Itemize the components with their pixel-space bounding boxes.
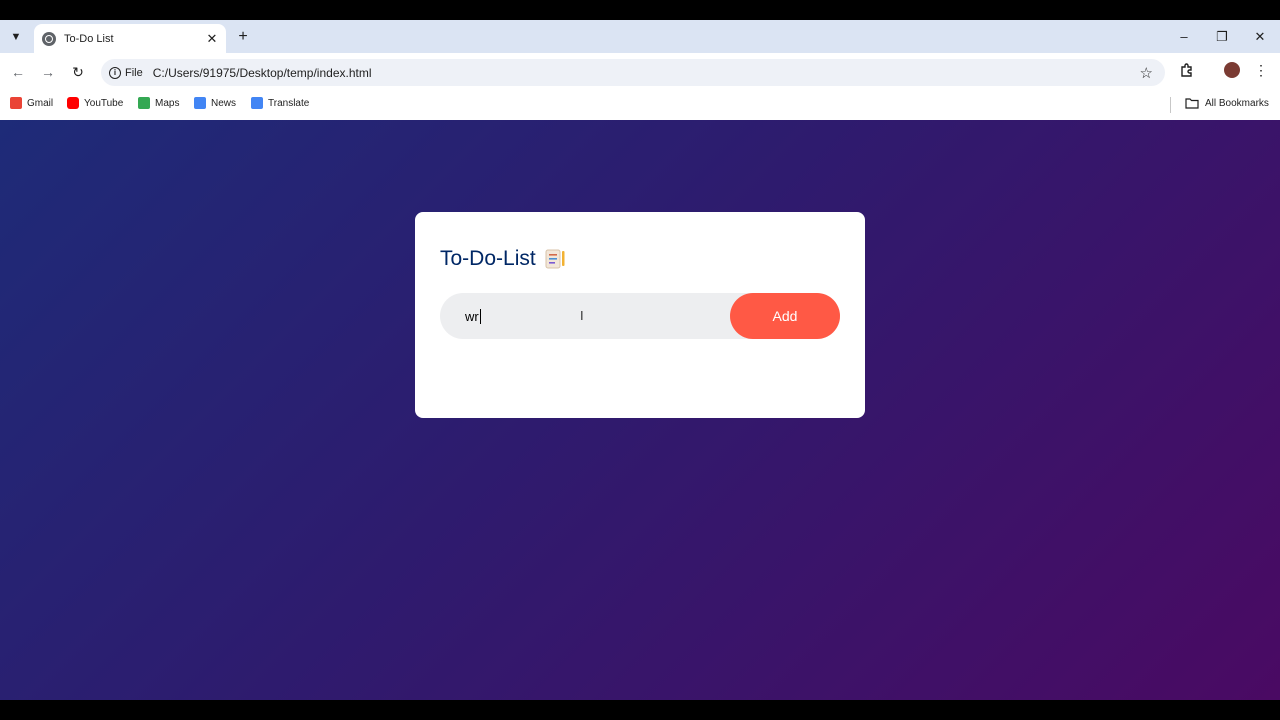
bookmark-label: Gmail <box>27 97 54 109</box>
browser-chrome: ▼ To-Do List ✕ + – ❐ ✕ ← → ↻ i File C:/U… <box>0 20 1280 120</box>
back-icon[interactable]: ← <box>9 63 27 81</box>
extensions-icon[interactable] <box>1179 62 1195 78</box>
address-bar[interactable]: i File C:/Users/91975/Desktop/temp/index… <box>101 59 1165 86</box>
forward-icon[interactable]: → <box>39 63 57 81</box>
close-window-icon[interactable]: ✕ <box>1251 28 1269 46</box>
scheme-chip: File <box>125 66 143 79</box>
bookmark-youtube[interactable]: YouTube <box>67 97 123 109</box>
tab-strip: ▼ To-Do List ✕ + – ❐ ✕ <box>0 20 1280 53</box>
maps-icon <box>138 97 150 109</box>
text-caret <box>480 309 481 324</box>
title-text: To-Do-List <box>440 247 536 270</box>
page-title: To-Do-List <box>440 247 566 271</box>
tab-active[interactable]: To-Do List ✕ <box>34 24 226 53</box>
tab-title: To-Do List <box>64 32 114 45</box>
todo-card: To-Do-List I Add <box>415 212 865 418</box>
toolbar: ← → ↻ i File C:/Users/91975/Desktop/temp… <box>0 53 1280 91</box>
menu-icon[interactable]: ⋮ <box>1254 62 1268 78</box>
news-icon <box>194 97 206 109</box>
translate-icon <box>251 97 263 109</box>
task-input[interactable] <box>440 293 730 339</box>
minimize-icon[interactable]: – <box>1175 28 1193 46</box>
bookmark-label: Translate <box>268 97 310 109</box>
bookmark-gmail[interactable]: Gmail <box>10 97 53 109</box>
bookmark-label: News <box>211 97 237 109</box>
bookmarks-bar: Gmail YouTube Maps News Translate All Bo… <box>0 91 1280 120</box>
add-button[interactable]: Add <box>730 293 840 339</box>
bottom-bar <box>0 700 1280 720</box>
bookmark-maps[interactable]: Maps <box>138 97 179 109</box>
screen-frame: ▼ To-Do List ✕ + – ❐ ✕ ← → ↻ i File C:/U… <box>0 0 1280 720</box>
bookmark-label: Maps <box>155 97 180 109</box>
all-bookmarks[interactable]: All Bookmarks <box>1185 97 1269 109</box>
info-icon[interactable]: i <box>109 66 121 79</box>
url-text[interactable]: C:/Users/91975/Desktop/temp/index.html <box>153 66 372 80</box>
notepad-icon <box>545 249 565 269</box>
restore-icon[interactable]: ❐ <box>1213 28 1231 46</box>
close-tab-icon[interactable]: ✕ <box>204 31 220 47</box>
bookmark-news[interactable]: News <box>194 97 236 109</box>
reload-icon[interactable]: ↻ <box>69 63 87 81</box>
bookmarks-divider <box>1170 97 1171 113</box>
page-background: To-Do-List I Add <box>0 120 1280 700</box>
new-tab-icon[interactable]: + <box>234 28 252 46</box>
bookmark-label: YouTube <box>84 97 124 109</box>
all-bookmarks-label: All Bookmarks <box>1205 97 1269 109</box>
youtube-icon <box>67 97 79 109</box>
bookmark-star-icon[interactable]: ☆ <box>1140 64 1153 82</box>
globe-icon <box>42 31 56 46</box>
profile-avatar[interactable] <box>1224 62 1240 78</box>
tab-search-icon[interactable]: ▼ <box>6 27 26 47</box>
bookmark-translate[interactable]: Translate <box>251 97 309 109</box>
ibeam-cursor-icon: I <box>580 308 584 323</box>
folder-icon <box>1185 98 1199 109</box>
gmail-icon <box>10 97 22 109</box>
todo-input-row: I Add <box>440 293 840 339</box>
